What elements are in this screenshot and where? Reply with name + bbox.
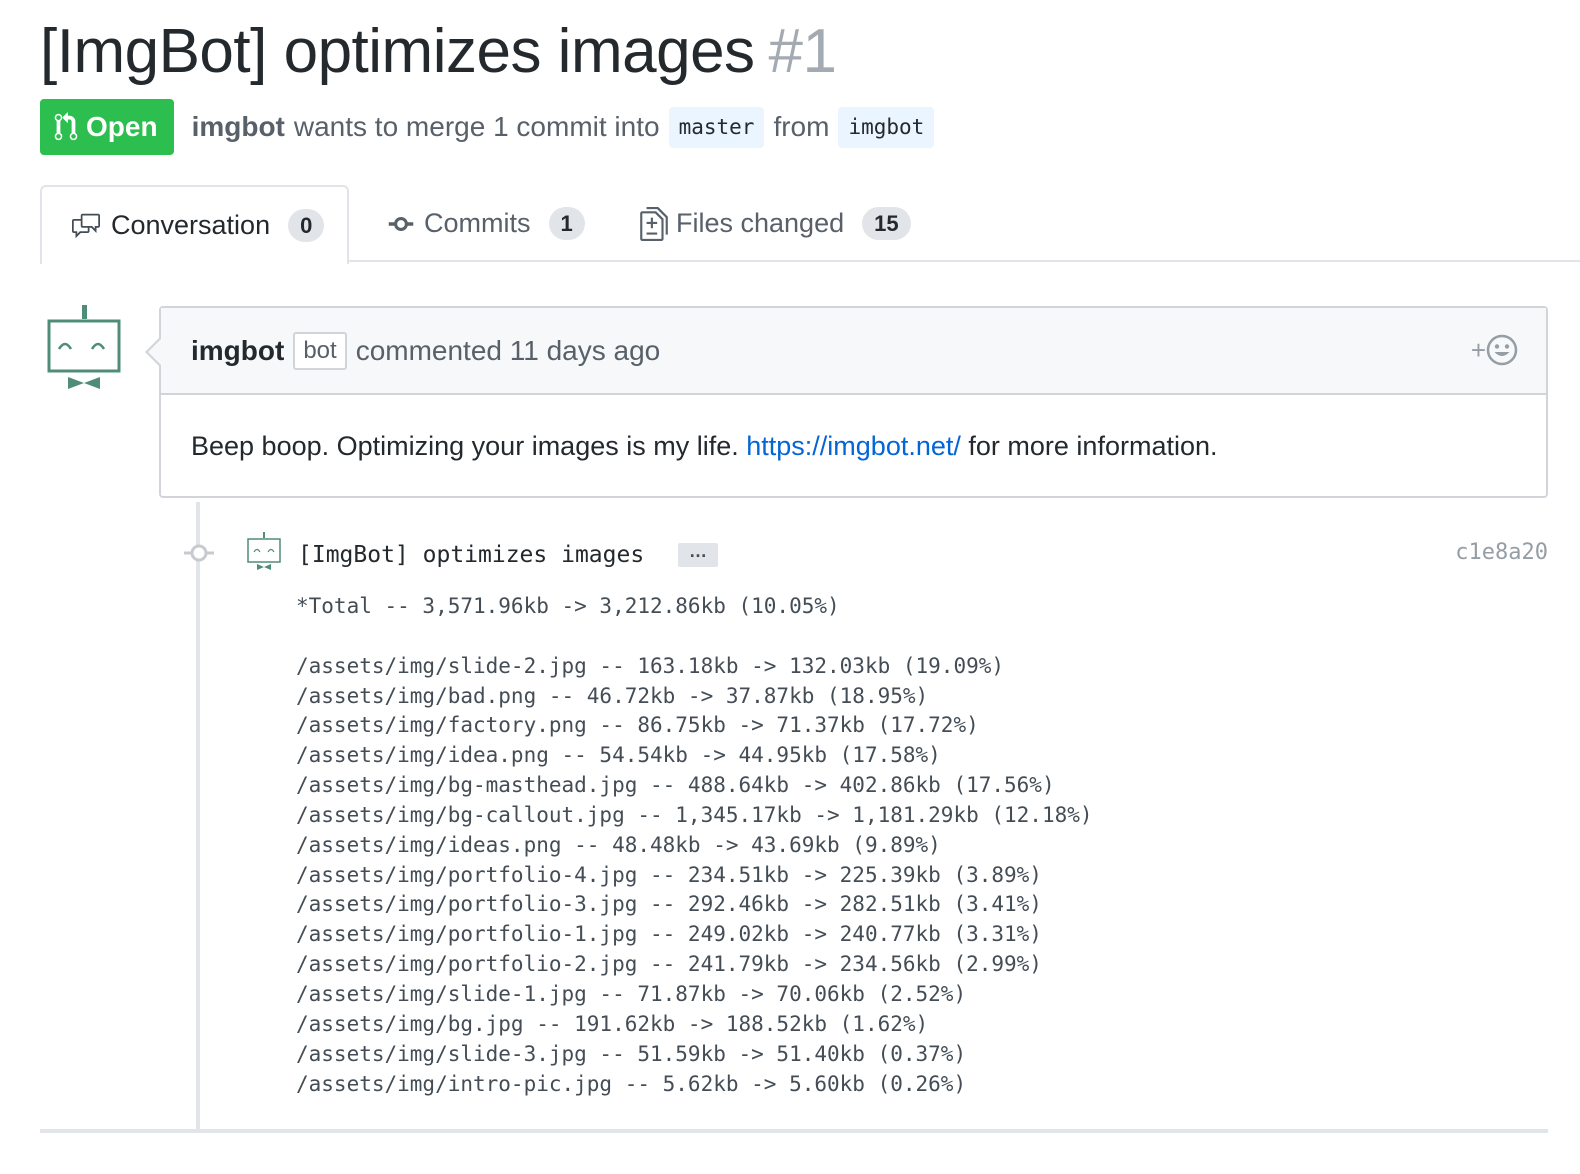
base-branch[interactable]: master	[668, 106, 765, 148]
comment-header: imgbot bot commented 11 days ago +	[161, 308, 1546, 395]
plus-text: +	[1470, 334, 1486, 365]
pr-title-text: [ImgBot] optimizes images	[40, 17, 755, 86]
comment-discussion-icon	[72, 213, 100, 238]
commit-author-avatar[interactable]	[246, 532, 282, 572]
commit-description: *Total -- 3,571.96kb -> 3,212.86kb (10.0…	[296, 594, 1093, 1096]
smiley-icon	[1486, 334, 1518, 366]
tab-conversation-count: 0	[288, 209, 325, 242]
timeline-divider	[40, 1129, 1548, 1133]
git-pull-request-icon	[54, 112, 78, 141]
tab-commits-label: Commits	[424, 208, 531, 238]
pr-tabs: Conversation 0 Commits 1 Files changed 1…	[40, 185, 1580, 264]
commit-sha-link[interactable]: c1e8a20	[1455, 540, 1548, 565]
from-text: from	[773, 111, 830, 142]
git-commit-icon	[388, 216, 414, 231]
comment-timestamp[interactable]: commented 11 days ago	[356, 335, 661, 367]
imgbot-avatar[interactable]	[44, 305, 124, 395]
pr-meta: Open imgbot wants to merge 1 commit into…	[40, 99, 943, 155]
merge-text: wants to merge 1 commit into	[293, 111, 660, 142]
tab-files-label: Files changed	[676, 208, 845, 238]
bot-label: bot	[293, 331, 347, 370]
pr-author-link[interactable]: imgbot	[192, 111, 285, 143]
state-label: Open	[86, 111, 158, 142]
diff-icon	[640, 206, 668, 241]
comment-suffix: for more information.	[968, 431, 1218, 461]
state-badge: Open	[40, 99, 174, 155]
expand-commit-button[interactable]: …	[678, 542, 718, 567]
add-reaction-button[interactable]: +	[1471, 334, 1518, 366]
head-branch[interactable]: imgbot	[838, 106, 935, 148]
tab-conversation[interactable]: Conversation 0	[40, 185, 349, 264]
tab-commits-count: 1	[548, 207, 585, 240]
comment-box: imgbot bot commented 11 days ago + Beep …	[145, 306, 1548, 498]
pr-number: #1	[768, 17, 837, 86]
comment-text: Beep boop. Optimizing your images is my …	[191, 431, 739, 461]
timeline-line	[196, 502, 200, 1130]
git-commit-node-icon	[184, 544, 214, 562]
comment-body: Beep boop. Optimizing your images is my …	[161, 395, 1546, 462]
comment-author[interactable]: imgbot	[191, 335, 284, 367]
tab-conversation-label: Conversation	[111, 210, 271, 240]
imgbot-link[interactable]: https://imgbot.net/	[746, 431, 961, 461]
pr-title: [ImgBot] optimizes images #1	[40, 14, 837, 90]
tab-commits[interactable]: Commits 1	[386, 185, 585, 262]
tab-files-count: 15	[862, 207, 911, 240]
merge-info: imgbot wants to merge 1 commit into mast…	[192, 106, 944, 148]
tab-files-changed[interactable]: Files changed 15	[640, 185, 911, 262]
commit-title-link[interactable]: [ImgBot] optimizes images	[298, 538, 644, 572]
